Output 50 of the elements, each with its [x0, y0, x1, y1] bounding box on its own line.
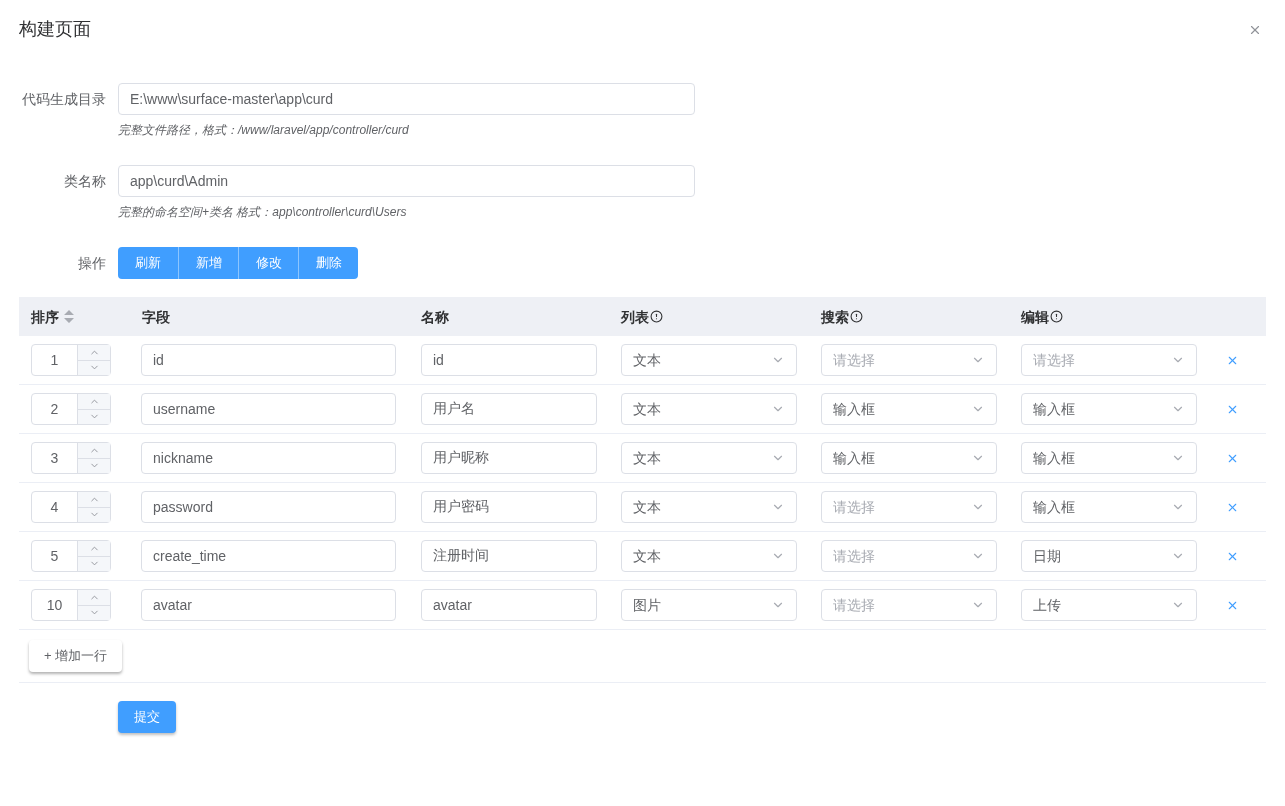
info-icon — [850, 310, 863, 323]
column-header: 编辑 — [1021, 307, 1049, 327]
select-field[interactable]: 输入框 — [1021, 393, 1197, 425]
column-header: 搜索 — [821, 307, 849, 327]
number-stepper[interactable]: 3 — [31, 442, 111, 474]
select-field[interactable]: 输入框 — [1021, 491, 1197, 523]
column-header: 列表 — [621, 307, 649, 327]
number-stepper[interactable]: 10 — [31, 589, 111, 621]
name-input[interactable]: 用户密码 — [421, 491, 597, 523]
name-input[interactable]: 用户名 — [421, 393, 597, 425]
info-icon — [650, 310, 663, 323]
select-field[interactable]: 图片 — [621, 589, 797, 621]
field-input[interactable]: avatar — [141, 589, 396, 621]
field-input[interactable]: nickname — [141, 442, 396, 474]
name-input[interactable]: id — [421, 344, 597, 376]
field-input[interactable]: id — [141, 344, 396, 376]
select-field[interactable]: 输入框 — [821, 442, 997, 474]
field-input[interactable]: password — [141, 491, 396, 523]
column-header: 字段 — [142, 307, 170, 327]
select-field[interactable]: 输入框 — [821, 393, 997, 425]
number-stepper[interactable]: 4 — [31, 491, 111, 523]
select-field[interactable]: 文本 — [621, 442, 797, 474]
number-stepper[interactable]: 2 — [31, 393, 111, 425]
field-input[interactable]: username — [141, 393, 396, 425]
info-icon — [1050, 310, 1063, 323]
select-field[interactable]: 文本 — [621, 344, 797, 376]
select-field[interactable]: 文本 — [621, 540, 797, 572]
select-field[interactable]: 日期 — [1021, 540, 1197, 572]
select-field[interactable]: 文本 — [621, 393, 797, 425]
column-header: 名称 — [421, 307, 449, 327]
text-input[interactable]: E:\www\surface-master\app\curd — [118, 83, 695, 115]
field-label: 类名称 — [63, 172, 107, 191]
field-label: 代码生成目录 — [21, 90, 107, 109]
number-stepper[interactable]: 1 — [31, 344, 111, 376]
column-header: 排序 — [31, 307, 59, 327]
field-input[interactable]: create_time — [141, 540, 396, 572]
sort-icon[interactable] — [64, 310, 74, 323]
select-field[interactable]: 输入框 — [1021, 442, 1197, 474]
name-input[interactable]: 注册时间 — [421, 540, 597, 572]
field-label: 操作 — [77, 254, 107, 273]
number-stepper[interactable]: 5 — [31, 540, 111, 572]
select-field[interactable]: 文本 — [621, 491, 797, 523]
dialog-title: 构建页面 — [19, 18, 91, 41]
text-input[interactable]: app\curd\Admin — [118, 165, 695, 197]
add-row-button[interactable]: + 增加一行 — [29, 640, 123, 672]
name-input[interactable]: 用户昵称 — [421, 442, 597, 474]
help-text: 完整文件路径，格式：/www/laravel/app/controller/curd — [118, 122, 410, 139]
select-field[interactable]: 上传 — [1021, 589, 1197, 621]
help-text: 完整的命名空间+类名 格式：app\controller\curd\Users — [118, 204, 408, 221]
name-input[interactable]: avatar — [421, 589, 597, 621]
